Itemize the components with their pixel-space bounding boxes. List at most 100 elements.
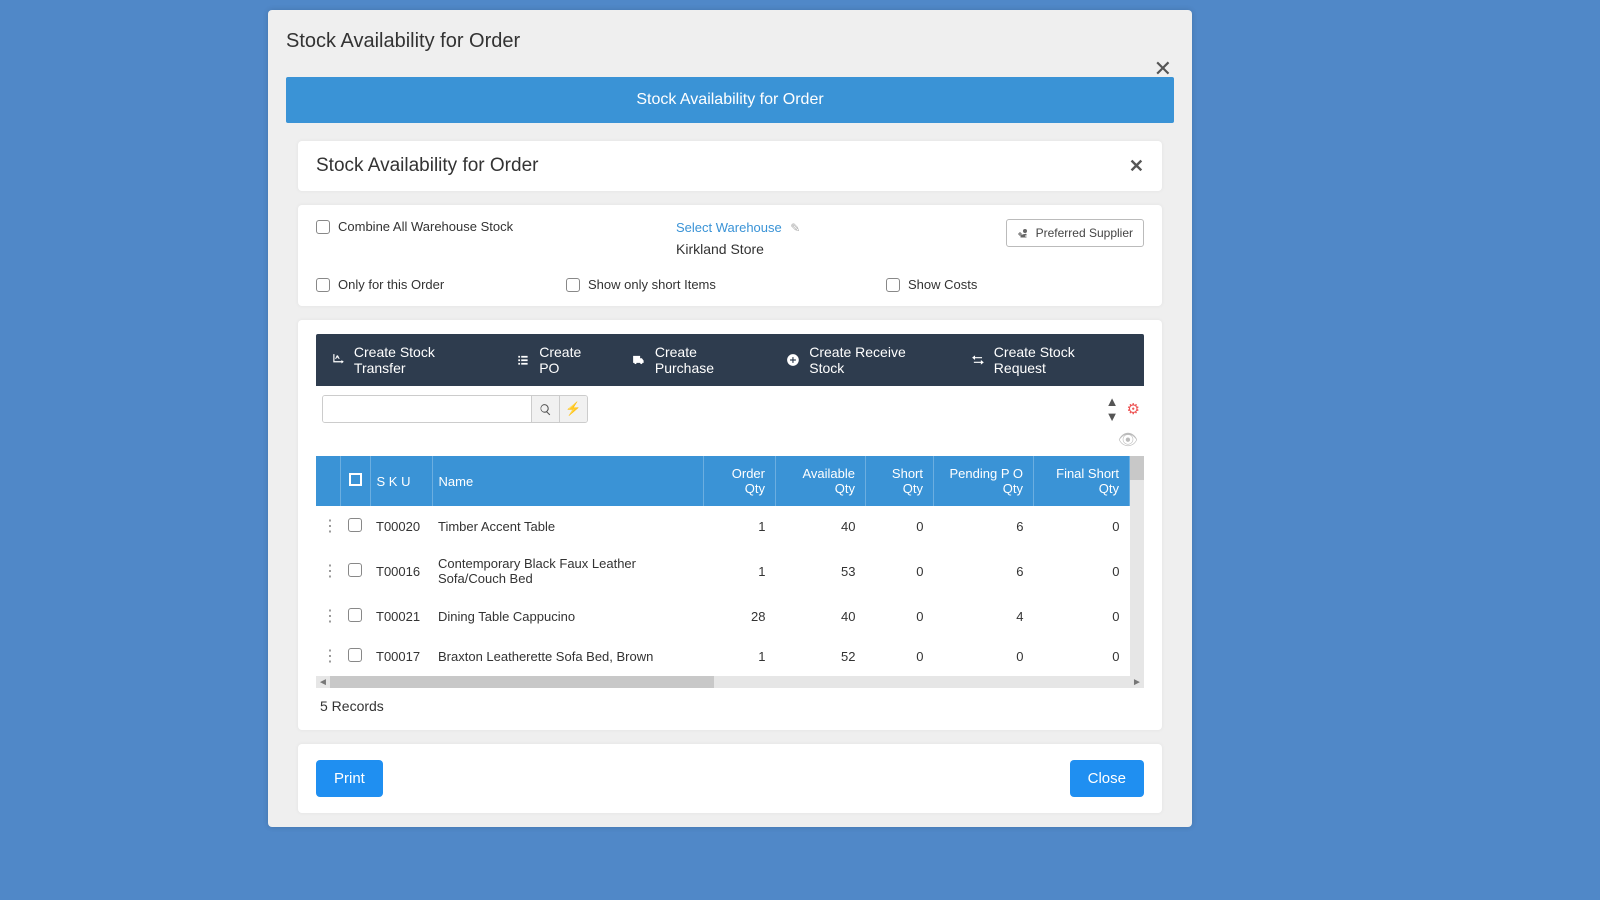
record-count: 5 Records (316, 688, 1144, 718)
sort-icon[interactable]: ▲▼ (1106, 394, 1119, 424)
checkbox-show-costs[interactable]: Show Costs (886, 277, 977, 292)
create-stock-request-button[interactable]: Create Stock Request (970, 344, 1130, 376)
checkbox-costs-input[interactable] (886, 278, 900, 292)
search-input[interactable] (323, 396, 531, 422)
close-icon[interactable]: ✕ (1154, 56, 1172, 82)
create-stock-transfer-button[interactable]: Create Stock Transfer (330, 344, 489, 376)
row-menu-icon[interactable]: ⋮ (316, 546, 340, 596)
cell-avail-qty: 52 (776, 636, 866, 676)
print-button[interactable]: Print (316, 760, 383, 797)
row-checkbox[interactable] (348, 518, 362, 532)
search-icon (539, 403, 552, 416)
panel-title: Stock Availability for Order (316, 155, 538, 177)
horizontal-scrollbar[interactable]: ◄ ► (316, 676, 1144, 688)
table-row: ⋮ T00017Braxton Leatherette Sofa Bed, Bro… (316, 636, 1130, 676)
cell-avail-qty: 40 (776, 596, 866, 636)
cell-short-qty: 0 (866, 506, 934, 546)
dolly-icon (330, 353, 346, 367)
panel-close-icon[interactable]: ✕ (1129, 156, 1144, 177)
row-checkbox[interactable] (348, 648, 362, 662)
checkbox-only-input[interactable] (316, 278, 330, 292)
cell-short-qty: 0 (866, 636, 934, 676)
create-purchase-button[interactable]: Create Purchase (631, 344, 759, 376)
preferred-supplier-label: Preferred Supplier (1036, 226, 1133, 240)
table-row: ⋮T00020Timber Accent Table140060 (316, 506, 1130, 546)
cell-order-qty: 1 (704, 636, 776, 676)
checkbox-combine-warehouse[interactable]: Combine All Warehouse Stock (316, 219, 676, 234)
cell-name: Braxton Leatherette Sofa Bed, Brown (432, 636, 704, 676)
checkbox-costs-label: Show Costs (908, 277, 977, 292)
action-bar: Create Stock Transfer Create PO Create P… (316, 334, 1144, 386)
search-button[interactable] (531, 396, 559, 422)
cell-name: Timber Accent Table (432, 506, 704, 546)
row-menu-icon[interactable]: ⋮ (316, 506, 340, 546)
cell-name: Dining Table Cappucino (432, 596, 704, 636)
dialog-title: Stock Availability for Order (268, 10, 1192, 67)
create-receive-stock-label: Create Receive Stock (809, 344, 944, 376)
checkbox-only-order[interactable]: Only for this Order (316, 277, 506, 292)
col-name[interactable]: Name (432, 456, 704, 506)
col-actions (316, 456, 340, 506)
cell-pending-po: 6 (934, 546, 1034, 596)
cell-avail-qty: 53 (776, 546, 866, 596)
checkbox-short-input[interactable] (566, 278, 580, 292)
cell-final-short: 0 (1034, 506, 1130, 546)
cell-sku: T00016 (370, 546, 432, 596)
col-checkbox[interactable] (340, 456, 370, 506)
gear-icon[interactable]: ⚙ (1127, 400, 1140, 418)
banner-title: Stock Availability for Order (286, 77, 1174, 123)
pencil-icon[interactable]: ✎ (790, 221, 800, 235)
select-warehouse-link[interactable]: Select Warehouse (676, 220, 782, 235)
vertical-scrollbar[interactable] (1130, 456, 1144, 676)
cell-final-short: 0 (1034, 596, 1130, 636)
footer-panel: Print Close (298, 744, 1162, 813)
create-purchase-label: Create Purchase (655, 344, 759, 376)
filter-panel: Combine All Warehouse Stock Select Wareh… (298, 205, 1162, 306)
cell-order-qty: 1 (704, 546, 776, 596)
search-wrap: ⚡ (322, 395, 588, 423)
table-row: ⋮T00016Contemporary Black Faux Leather S… (316, 546, 1130, 596)
cell-pending-po: 4 (934, 596, 1034, 636)
row-menu-icon[interactable]: ⋮ (316, 636, 340, 676)
grid-panel: Create Stock Transfer Create PO Create P… (298, 320, 1162, 730)
row-checkbox[interactable] (348, 563, 362, 577)
list-icon (515, 353, 531, 367)
cell-avail-qty: 40 (776, 506, 866, 546)
scroll-right-icon[interactable]: ► (1130, 677, 1144, 688)
close-button[interactable]: Close (1070, 760, 1144, 797)
row-checkbox[interactable] (348, 608, 362, 622)
truck-icon (631, 353, 647, 367)
col-pending-po[interactable]: Pending P O Qty (934, 456, 1034, 506)
create-receive-stock-button[interactable]: Create Receive Stock (785, 344, 944, 376)
create-stock-request-label: Create Stock Request (994, 344, 1130, 376)
col-avail-qty[interactable]: Available Qty (776, 456, 866, 506)
create-po-button[interactable]: Create PO (515, 344, 605, 376)
cell-final-short: 0 (1034, 636, 1130, 676)
cell-sku: T00020 (370, 506, 432, 546)
quick-button[interactable]: ⚡ (559, 396, 587, 422)
col-order-qty[interactable]: Order Qty (704, 456, 776, 506)
create-stock-transfer-label: Create Stock Transfer (354, 344, 489, 376)
checkbox-combine-input[interactable] (316, 220, 330, 234)
cell-short-qty: 0 (866, 546, 934, 596)
col-short-qty[interactable]: Short Qty (866, 456, 934, 506)
exchange-icon (970, 353, 986, 367)
preferred-supplier-button[interactable]: Preferred Supplier (1006, 219, 1144, 247)
checkbox-only-label: Only for this Order (338, 277, 444, 292)
eye-icon[interactable]: 👁 (1118, 430, 1138, 450)
cell-final-short: 0 (1034, 546, 1130, 596)
scroll-left-icon[interactable]: ◄ (316, 677, 330, 688)
table-row: ⋮T00021Dining Table Cappucino2840040 (316, 596, 1130, 636)
checkbox-short-items[interactable]: Show only short Items (566, 277, 826, 292)
cell-sku: T00017 (370, 636, 432, 676)
create-po-label: Create PO (539, 344, 605, 376)
stock-table: S K U Name Order Qty Available Qty Short… (316, 456, 1130, 676)
cell-order-qty: 28 (704, 596, 776, 636)
row-menu-icon[interactable]: ⋮ (316, 596, 340, 636)
cell-pending-po: 0 (934, 636, 1034, 676)
dialog-stock-availability: Stock Availability for Order ✕ Stock Ava… (268, 10, 1192, 827)
col-sku[interactable]: S K U (370, 456, 432, 506)
cell-order-qty: 1 (704, 506, 776, 546)
col-final-short[interactable]: Final Short Qty (1034, 456, 1130, 506)
checkbox-combine-label: Combine All Warehouse Stock (338, 219, 513, 234)
